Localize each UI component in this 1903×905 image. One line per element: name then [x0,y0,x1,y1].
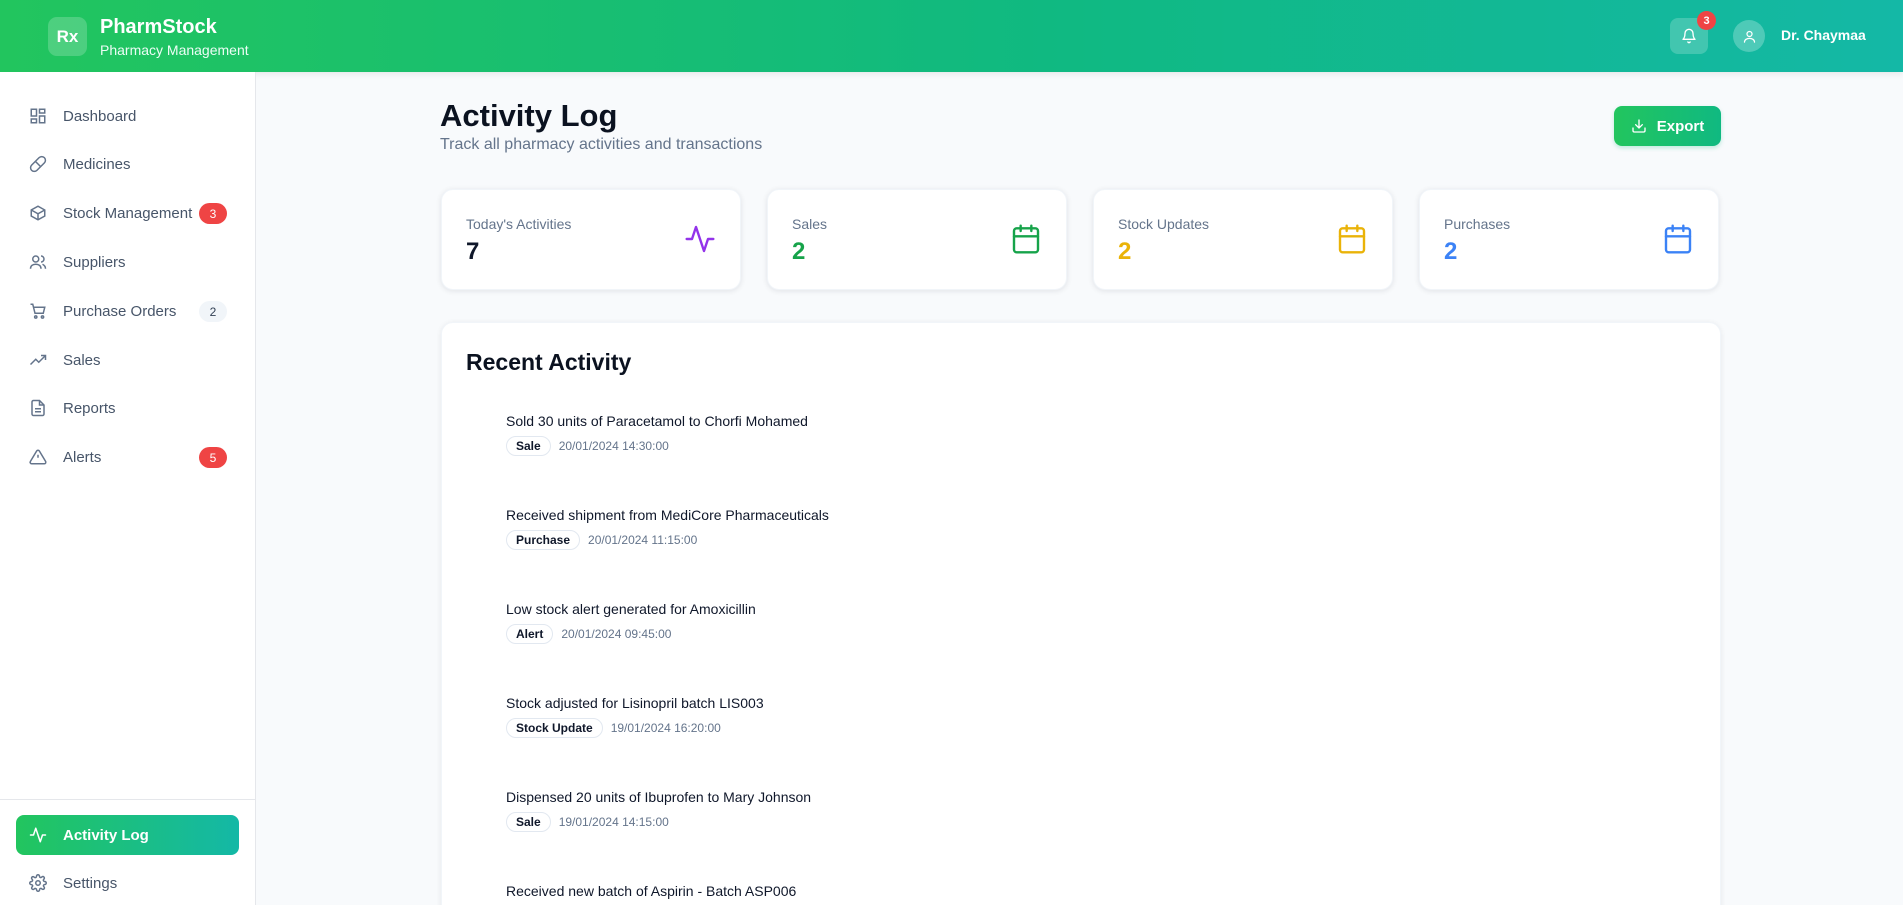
sidebar-item-label: Purchase Orders [63,302,177,320]
stat-value: 7 [466,238,480,265]
recent-activity-panel: Recent Activity Sold 30 units of Paracet… [441,322,1721,905]
stat-value: 2 [1444,238,1458,265]
activity-meta: Sale 20/01/2024 14:30:00 [506,436,808,456]
app-subtitle: Pharmacy Management [100,42,249,58]
list-item[interactable]: Dispensed 20 units of Ibuprofen to Mary … [506,789,811,832]
activity-meta: Stock Update 19/01/2024 16:20:00 [506,718,764,738]
activity-description: Low stock alert generated for Amoxicilli… [506,601,756,617]
stat-card-today-activities: Today's Activities 7 [441,189,741,290]
stat-value: 2 [1118,238,1132,265]
top-header: Rx PharmStock Pharmacy Management 3 Dr. … [0,0,1903,72]
activity-icon [28,825,48,845]
activity-description: Stock adjusted for Lisinopril batch LIS0… [506,695,764,711]
activity-description: Received shipment from MediCore Pharmace… [506,507,829,523]
activity-description: Received new batch of Aspirin - Batch AS… [506,883,797,899]
file-icon [28,398,48,418]
activity-type-badge: Sale [506,436,551,456]
activity-icon [685,225,715,253]
alert-triangle-icon [28,447,48,467]
sidebar-item-label: Medicines [63,155,131,173]
activity-type-badge: Sale [506,812,551,832]
stat-value: 2 [792,238,806,265]
page-subtitle: Track all pharmacy activities and transa… [440,136,763,153]
activity-meta: Purchase 20/01/2024 11:15:00 [506,530,829,550]
sidebar-item-label: Sales [63,351,101,369]
calendar-icon [1012,224,1040,254]
user-name[interactable]: Dr. Chaymaa [1781,27,1866,43]
app-name: PharmStock [100,16,217,38]
app-logo[interactable]: Rx [48,17,87,56]
list-item[interactable]: Stock adjusted for Lisinopril batch LIS0… [506,695,764,738]
activity-type-badge: Stock Update [506,718,603,738]
cart-icon [28,301,48,321]
activity-timestamp: 19/01/2024 16:20:00 [610,721,721,735]
package-icon [28,203,48,223]
sidebar-item-dashboard[interactable]: Dashboard [16,96,239,136]
sidebar-item-stock-management[interactable]: Stock Management 3 [16,193,239,233]
stat-label: Sales [792,216,828,232]
activity-meta: Alert 20/01/2024 09:45:00 [506,624,756,644]
sidebar-item-sales[interactable]: Sales [16,340,239,380]
sidebar-item-reports[interactable]: Reports [16,388,239,428]
stat-card-purchases: Purchases 2 [1419,189,1719,290]
alerts-badge: 5 [199,447,227,468]
activity-description: Dispensed 20 units of Ibuprofen to Mary … [506,789,812,805]
gear-icon [28,873,48,893]
download-icon [1632,119,1646,133]
activity-type-badge: Purchase [506,530,581,550]
list-item[interactable]: Low stock alert generated for Amoxicilli… [506,601,756,644]
export-button[interactable]: Export [1614,106,1721,146]
sidebar-item-label: Stock Management [63,204,193,222]
page-title: Activity Log [440,98,618,133]
sidebar-item-label: Settings [63,874,118,892]
calendar-icon [1338,224,1366,254]
activity-timestamp: 19/01/2024 14:15:00 [558,815,669,829]
sidebar-item-alerts[interactable]: Alerts 5 [16,437,239,477]
stock-management-badge: 3 [199,203,227,224]
bell-icon [1682,28,1696,44]
sidebar-divider [0,799,256,800]
recent-activity-title: Recent Activity [466,349,632,375]
sidebar-item-purchase-orders[interactable]: Purchase Orders 2 [16,291,239,331]
sidebar-item-label: Activity Log [63,826,149,844]
stat-label: Today's Activities [466,216,572,232]
sidebar: Dashboard Medicines Stock Management 3 S… [0,72,256,905]
sidebar-item-suppliers[interactable]: Suppliers [16,242,239,282]
stat-card-sales: Sales 2 [767,189,1067,290]
calendar-icon [1664,224,1692,254]
sidebar-item-label: Suppliers [63,253,126,271]
stat-label: Stock Updates [1118,216,1210,232]
pill-icon [28,154,48,174]
activity-timestamp: 20/01/2024 09:45:00 [561,627,672,641]
activity-meta: Sale 19/01/2024 14:15:00 [506,812,811,832]
list-item[interactable]: Sold 30 units of Paracetamol to Chorfi M… [506,413,808,456]
sidebar-item-label: Alerts [63,448,102,466]
purchase-orders-badge: 2 [199,301,227,322]
user-avatar[interactable] [1733,20,1765,52]
sidebar-item-activity-log[interactable]: Activity Log [16,815,239,855]
sidebar-item-label: Reports [63,399,116,417]
activity-description: Sold 30 units of Paracetamol to Chorfi M… [506,413,808,429]
user-icon [1743,30,1755,43]
dashboard-icon [28,106,48,126]
list-item[interactable]: Received shipment from MediCore Pharmace… [506,507,829,550]
stat-card-stock-updates: Stock Updates 2 [1093,189,1393,290]
stat-label: Purchases [1444,216,1511,232]
notification-count-badge: 3 [1697,11,1716,30]
users-icon [28,252,48,272]
activity-timestamp: 20/01/2024 11:15:00 [588,533,698,547]
activity-type-badge: Alert [506,624,554,644]
trending-up-icon [28,350,48,370]
list-item[interactable]: Received new batch of Aspirin - Batch AS… [506,883,796,899]
sidebar-item-settings[interactable]: Settings [16,863,239,903]
export-label: Export [1656,117,1705,135]
activity-timestamp: 20/01/2024 14:30:00 [558,439,669,453]
sidebar-item-medicines[interactable]: Medicines [16,144,239,184]
sidebar-item-label: Dashboard [63,107,137,125]
